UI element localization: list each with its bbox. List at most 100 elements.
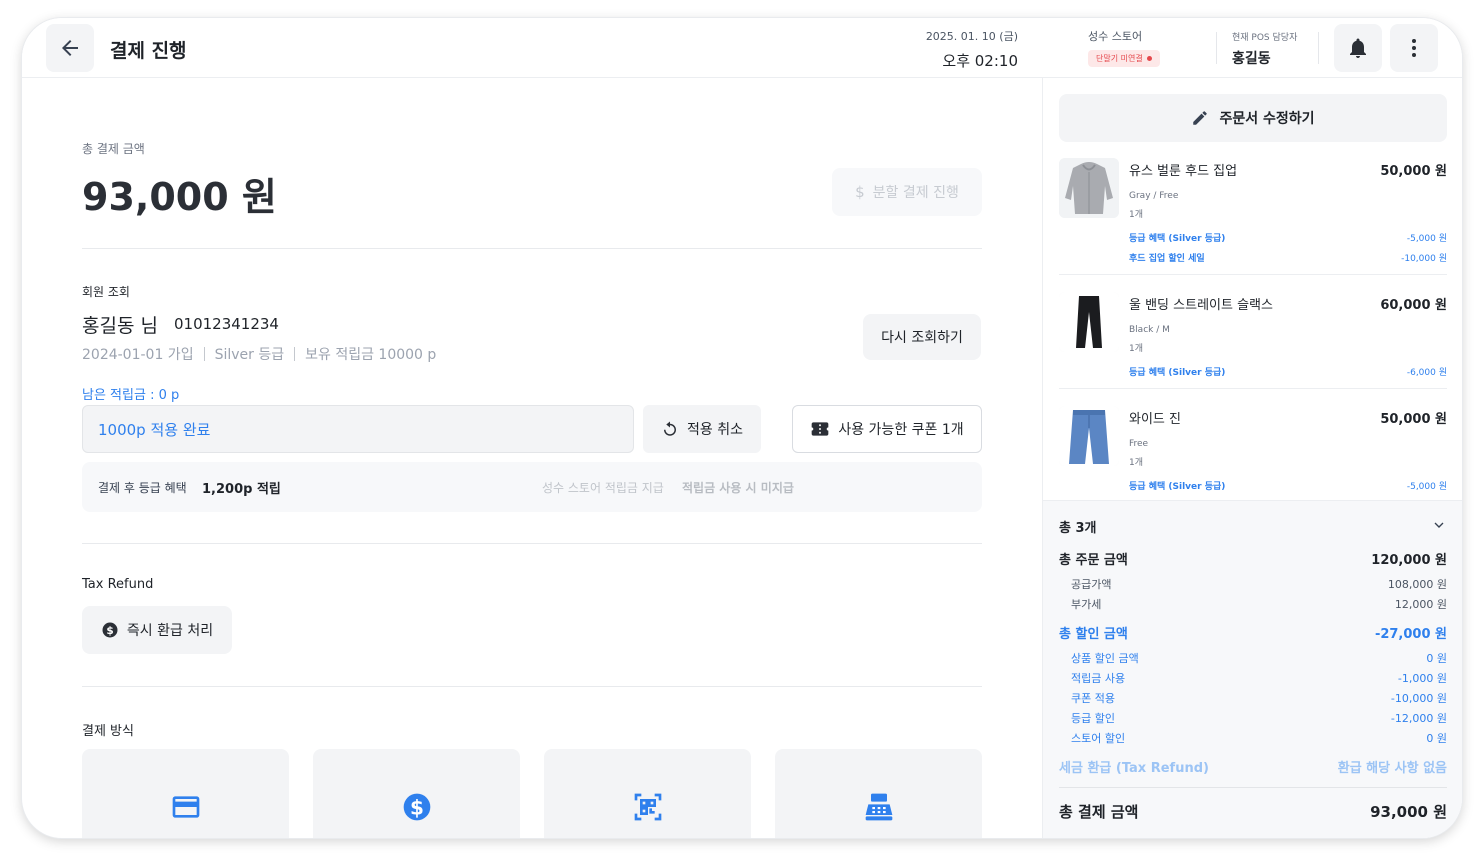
order-item: 와이드 진 50,000 원 Free 1개 등급 혜택 (Silver 등급)… [1059, 406, 1447, 496]
cash-register-icon [865, 793, 892, 821]
payment-main: 총 결제 금액 93,000 원 $ 분할 결제 진행 회원 조회 홍길동 님 … [22, 78, 1042, 838]
svg-text:$: $ [410, 795, 424, 819]
credit-card-icon [172, 796, 199, 818]
divider [82, 543, 982, 544]
discount-label: 등급 혜택 (Silver 등급) [1129, 368, 1226, 378]
member-name: 홍길동 님 [82, 315, 158, 337]
order-panel: 주문서 수정하기 유스 벌룬 후드 집업 50,000 원 Gray / Fre… [1042, 78, 1462, 838]
store-point-label: 성수 스토어 적립금 지급 [542, 481, 664, 495]
item-qty: 1개 [1129, 344, 1144, 354]
discount-row-label: 등급 할인 [1071, 712, 1115, 725]
status-dot-icon [1146, 56, 1152, 61]
page-title: 결제 진행 [110, 40, 187, 62]
member-meta: 2024-01-01 가입 Silver 등급 보유 적립금 10000 p [82, 344, 436, 364]
discount-row-value: -10,000 원 [1390, 692, 1447, 705]
discount-value: -5,000 원 [1406, 482, 1447, 492]
tax-refund-button[interactable]: $ 즉시 환급 처리 [82, 606, 232, 654]
item-option: Gray / Free [1129, 191, 1179, 201]
member-grade: Silver 등급 [214, 347, 285, 363]
item-price: 60,000 원 [1380, 298, 1447, 313]
slacks-thumbnail [1059, 292, 1119, 352]
member-joined: 2024-01-01 가입 [82, 347, 194, 363]
dollar-circle-icon: $ [403, 793, 430, 821]
svg-text:$: $ [106, 625, 113, 637]
discount-value: -10,000 원 [1401, 254, 1447, 264]
benefit-value: 1,200p 적립 [202, 482, 281, 497]
back-button[interactable] [46, 24, 94, 72]
edit-order-label: 주문서 수정하기 [1219, 111, 1315, 127]
edit-order-button[interactable]: 주문서 수정하기 [1059, 94, 1447, 142]
item-price: 50,000 원 [1380, 164, 1447, 179]
divider [1216, 32, 1217, 64]
member-section-label: 회원 조회 [82, 285, 130, 299]
item-discount: 등급 혜택 (Silver 등급) -5,000 원 [1129, 231, 1447, 244]
pay-method-card[interactable] [82, 749, 289, 838]
divider [1318, 32, 1319, 64]
split-payment-button[interactable]: $ 분할 결제 진행 [832, 168, 982, 216]
order-total-label: 총 주문 금액 [1059, 553, 1128, 568]
item-discount: 후드 집업 할인 세일 -10,000 원 [1129, 251, 1447, 264]
total-label: 총 결제 금액 [82, 142, 145, 156]
tax-refund-summary-value: 환급 해당 사항 없음 [1337, 761, 1447, 776]
discount-row-label: 쿠폰 적용 [1071, 692, 1115, 705]
tax-refund-button-label: 즉시 환급 처리 [126, 623, 214, 639]
item-count-toggle[interactable]: 총 3개 [1059, 517, 1447, 537]
discount-row-value: -1,000 원 [1397, 672, 1447, 685]
point-input-value: 1000p 적용 완료 [98, 420, 211, 439]
item-name: 울 밴딩 스트레이트 슬랙스 [1129, 298, 1273, 313]
item-count: 총 3개 [1059, 521, 1097, 536]
bell-icon [1350, 38, 1366, 58]
vat-value: 12,000 원 [1394, 598, 1447, 611]
order-summary: 총 3개 총 주문 금액 120,000 원 공급가액 108,000 원 부가… [1043, 500, 1462, 838]
item-discount: 등급 혜택 (Silver 등급) -5,000 원 [1129, 479, 1447, 492]
item-name: 와이드 진 [1129, 412, 1181, 427]
ticket-icon [812, 422, 829, 436]
total-amount: 93,000 원 [82, 175, 277, 219]
jeans-thumbnail [1059, 406, 1119, 466]
discount-value: -6,000 원 [1406, 368, 1447, 378]
hoodie-thumbnail [1059, 158, 1119, 218]
terminal-status-badge: 단말기 미연결 [1088, 50, 1160, 67]
item-option: Free [1129, 439, 1149, 449]
cancel-points-button[interactable]: 적용 취소 [643, 405, 761, 453]
final-total-value: 93,000 원 [1370, 803, 1447, 821]
divider [294, 347, 296, 361]
item-discount: 등급 혜택 (Silver 등급) -6,000 원 [1129, 365, 1447, 378]
store-name: 성수 스토어 [1088, 30, 1143, 43]
item-qty: 1개 [1129, 458, 1144, 468]
discount-label: 후드 집업 할인 세일 [1129, 254, 1205, 264]
cancel-points-label: 적용 취소 [687, 422, 743, 438]
relookup-button[interactable]: 다시 조회하기 [863, 314, 981, 360]
coupon-button[interactable]: 사용 가능한 쿠폰 1개 [792, 405, 982, 453]
staff-label: 현재 POS 담당자 [1232, 33, 1298, 43]
dollar-circle-icon: $ [102, 622, 118, 638]
discount-total-value: -27,000 원 [1374, 627, 1447, 642]
dollar-icon: $ [855, 183, 865, 201]
discount-row-label: 스토어 할인 [1071, 732, 1126, 745]
divider [1059, 388, 1447, 389]
vat-label: 부가세 [1071, 598, 1102, 611]
order-item: 울 밴딩 스트레이트 슬랙스 60,000 원 Black / M 1개 등급 … [1059, 292, 1447, 382]
discount-row-value: 0 원 [1426, 652, 1447, 665]
point-input[interactable]: 1000p 적용 완료 [82, 405, 634, 453]
divider [1059, 274, 1447, 275]
time-text: 오후 02:10 [942, 52, 1018, 70]
pay-method-qr[interactable] [544, 749, 751, 838]
discount-total-label: 총 할인 금액 [1059, 627, 1128, 642]
pos-window: 결제 진행 2025. 01. 10 (금) 오후 02:10 성수 스토어 단… [22, 18, 1462, 838]
tax-refund-summary-label: 세금 환급 (Tax Refund) [1059, 761, 1209, 776]
notification-button[interactable] [1334, 24, 1382, 72]
item-name: 유스 벌룬 후드 집업 [1129, 164, 1238, 179]
discount-value: -5,000 원 [1406, 234, 1447, 244]
pay-method-register[interactable] [775, 749, 982, 838]
discount-label: 등급 혜택 (Silver 등급) [1129, 234, 1226, 244]
item-qty: 1개 [1129, 210, 1144, 220]
pay-method-cash[interactable]: $ [313, 749, 520, 838]
payment-method-label: 결제 방식 [82, 724, 134, 739]
undo-icon [664, 421, 676, 436]
more-menu-button[interactable] [1390, 24, 1438, 72]
terminal-status-text: 단말기 미연결 [1096, 54, 1143, 63]
benefit-label: 결제 후 등급 혜택 [98, 481, 187, 495]
discount-label: 등급 혜택 (Silver 등급) [1129, 482, 1226, 492]
member-phone: 01012341234 [174, 315, 279, 333]
